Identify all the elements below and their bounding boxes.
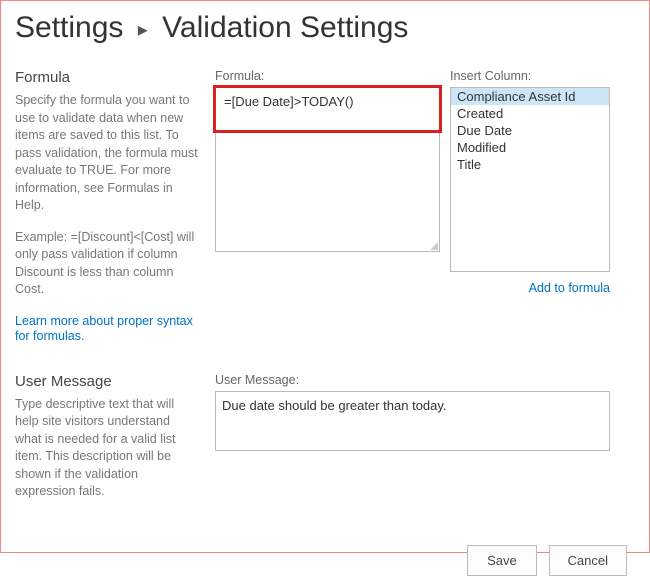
user-message-description: Type descriptive text that will help sit…: [15, 396, 199, 501]
insert-column-label: Insert Column:: [450, 69, 610, 83]
chevron-right-icon: ▸: [138, 19, 148, 41]
formula-section: Formula Specify the formula you want to …: [15, 69, 635, 343]
user-message-input[interactable]: [215, 391, 610, 451]
column-item-modified[interactable]: Modified: [451, 139, 609, 156]
breadcrumb-parent-link[interactable]: Settings: [15, 11, 123, 44]
formula-input-wrap: [215, 87, 440, 252]
user-message-field-label: User Message:: [215, 373, 635, 387]
page-title: Validation Settings: [162, 11, 408, 44]
column-item-duedate[interactable]: Due Date: [451, 122, 609, 139]
save-button[interactable]: Save: [467, 545, 537, 576]
column-item-title[interactable]: Title: [451, 156, 609, 173]
formula-field-label: Formula:: [215, 69, 440, 83]
formula-input[interactable]: [216, 88, 439, 251]
formula-example: Example: =[Discount]<[Cost] will only pa…: [15, 229, 199, 299]
user-message-title: User Message: [15, 373, 199, 390]
user-message-section: User Message Type descriptive text that …: [15, 373, 635, 515]
breadcrumb: Settings ▸ Validation Settings: [15, 11, 635, 45]
cancel-button[interactable]: Cancel: [549, 545, 627, 576]
formula-description: Specify the formula you want to use to v…: [15, 92, 199, 215]
column-item-compliance[interactable]: Compliance Asset Id: [451, 88, 609, 105]
formula-section-title: Formula: [15, 69, 199, 86]
column-item-created[interactable]: Created: [451, 105, 609, 122]
add-to-formula-link[interactable]: Add to formula: [529, 281, 610, 295]
button-bar: Save Cancel: [15, 545, 635, 576]
column-list[interactable]: Compliance Asset Id Created Due Date Mod…: [450, 87, 610, 272]
learn-more-link[interactable]: Learn more about proper syntax for formu…: [15, 314, 193, 343]
